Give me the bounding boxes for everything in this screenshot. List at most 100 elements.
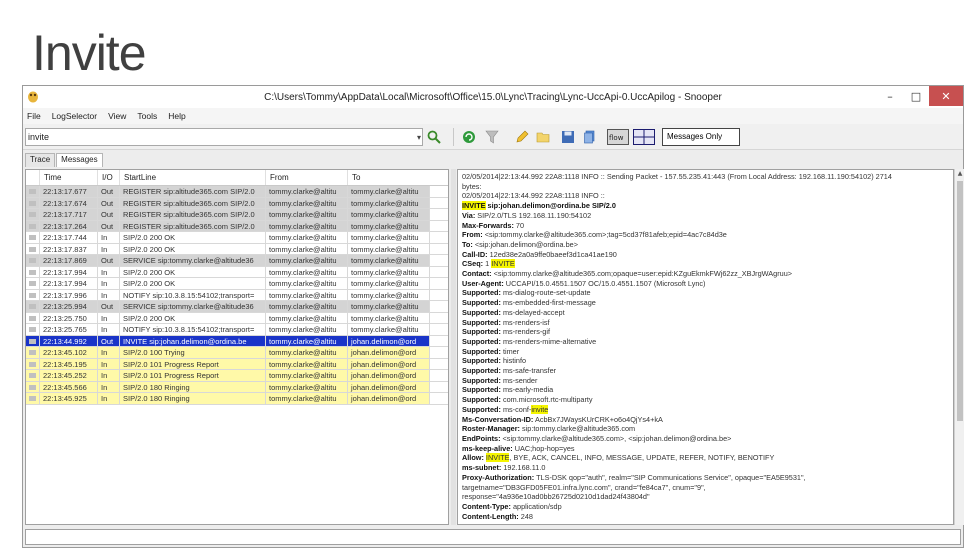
- refresh-icon[interactable]: [462, 130, 476, 144]
- row-marker-icon: [29, 292, 36, 298]
- cell-io: In: [98, 312, 120, 323]
- column-startline[interactable]: StartLine: [120, 170, 266, 185]
- table-row[interactable]: 22:13:25.994 Out SERVICE sip:tommy.clarke@…: [26, 301, 448, 313]
- header-name: Supported:: [462, 307, 501, 317]
- window-title: C:\Users\Tommy\AppData\Local\Microsoft\O…: [264, 91, 722, 103]
- column-io[interactable]: I/O: [98, 170, 120, 185]
- table-row[interactable]: 22:13:17.994 In SIP/2.0 200 OK tommy.clarke…: [26, 266, 448, 278]
- cell-from: tommy.clarke@altitu: [266, 335, 348, 346]
- close-button[interactable]: ✕: [929, 86, 963, 106]
- cell-time: 22:13:17.264: [40, 220, 98, 231]
- messages-only-toggle[interactable]: Messages Only: [662, 128, 740, 146]
- detail-line: Supported: ms-dialog-route-set-update: [462, 288, 949, 298]
- detail-line: To: <sip:johan.delimon@ordina.be>: [462, 240, 949, 250]
- search-input[interactable]: invite ▾: [25, 128, 423, 146]
- header-value: AcbBx7JWaysKUrCRK+o6o4QjYs4+kA: [533, 414, 663, 424]
- save-icon[interactable]: [561, 130, 575, 144]
- cell-io: In: [98, 289, 120, 300]
- cell-from: tommy.clarke@altitu: [266, 370, 348, 381]
- table-row[interactable]: 22:13:17.677 Out REGISTER sip:altitude365.…: [26, 186, 448, 198]
- menu-logselector[interactable]: LogSelector: [52, 111, 97, 121]
- table-row[interactable]: 22:13:17.674 Out REGISTER sip:altitude365.…: [26, 197, 448, 209]
- table-row[interactable]: 22:13:17.264 Out REGISTER sip:altitude365.…: [26, 220, 448, 232]
- cell-to: johan.delimon@ord: [348, 347, 430, 358]
- cell-time: 22:13:17.744: [40, 232, 98, 243]
- cell-from: tommy.clarke@altitu: [266, 289, 348, 300]
- menu-view[interactable]: View: [108, 111, 126, 121]
- detail-scrollbar[interactable]: ▲: [954, 169, 964, 525]
- row-marker-icon: [29, 223, 36, 229]
- search-icon[interactable]: [427, 130, 441, 144]
- cell-to: tommy.clarke@altitu: [348, 209, 430, 220]
- cell-io: Out: [98, 255, 120, 266]
- detail-line: From: <sip:tommy.clarke@altitude365.com>…: [462, 230, 949, 240]
- menu-tools[interactable]: Tools: [137, 111, 157, 121]
- table-row[interactable]: 22:13:25.765 In NOTIFY sip:10.3.8.15:54102…: [26, 324, 448, 336]
- cell-time: 22:13:25.750: [40, 312, 98, 323]
- maximize-button[interactable]: □: [903, 86, 929, 106]
- cell-to: johan.delimon@ord: [348, 358, 430, 369]
- row-marker: [26, 197, 40, 208]
- table-row[interactable]: 22:13:17.837 In SIP/2.0 200 OK tommy.clarke…: [26, 243, 448, 255]
- detail-line: ms-keep-alive: UAC;hop-hop=yes: [462, 444, 949, 454]
- tab-messages[interactable]: Messages: [56, 153, 103, 167]
- scroll-up-icon[interactable]: ▲: [955, 169, 965, 179]
- row-marker-icon: [29, 315, 36, 321]
- header-name: INVITE: [462, 201, 486, 211]
- split-view-icon[interactable]: [633, 129, 655, 145]
- header-name: To:: [462, 239, 473, 249]
- detail-line: Supported: ms-renders-isf: [462, 318, 949, 328]
- minimize-button[interactable]: –: [877, 86, 903, 106]
- header-value: <sip:tommy.clarke@altitude365.com;opaque…: [491, 269, 793, 279]
- header-value: ms-delayed-accept: [500, 307, 565, 317]
- row-marker: [26, 255, 40, 266]
- table-row[interactable]: 22:13:45.566 In SIP/2.0 180 Ringing tommy.c…: [26, 381, 448, 393]
- header-name: Content-Type:: [462, 501, 511, 511]
- chevron-down-icon[interactable]: ▾: [417, 130, 421, 146]
- column-time[interactable]: Time: [40, 170, 98, 185]
- detail-line: 02/05/2014|22:13:44.992 22A8:1118 INFO :…: [462, 191, 949, 201]
- table-row[interactable]: 22:13:25.750 In SIP/2.0 200 OK tommy.clarke…: [26, 312, 448, 324]
- table-row[interactable]: 22:13:17.744 In SIP/2.0 200 OK tommy.clarke…: [26, 232, 448, 244]
- cell-io: Out: [98, 335, 120, 346]
- menu-file[interactable]: File: [27, 111, 41, 121]
- table-row[interactable]: 22:13:17.869 Out SERVICE sip:tommy.clarke@…: [26, 255, 448, 267]
- tab-trace[interactable]: Trace: [25, 153, 56, 167]
- header-name: Contact:: [462, 269, 492, 279]
- pencil-icon[interactable]: [515, 130, 529, 144]
- row-marker: [26, 220, 40, 231]
- cell-from: tommy.clarke@altitu: [266, 312, 348, 323]
- column-marker: [26, 170, 40, 185]
- cell-to: tommy.clarke@altitu: [348, 220, 430, 231]
- header-name: ms-keep-alive:: [462, 443, 513, 453]
- flow-icon[interactable]: flow: [607, 129, 629, 145]
- cell-from: tommy.clarke@altitu: [266, 232, 348, 243]
- scroll-thumb[interactable]: [957, 181, 963, 421]
- title-bar[interactable]: C:\Users\Tommy\AppData\Local\Microsoft\O…: [23, 86, 963, 108]
- detail-line: Via: SIP/2.0/TLS 192.168.11.190:54102: [462, 211, 949, 221]
- toolbar: invite ▾ flow Messages Only: [23, 124, 963, 150]
- row-marker-icon: [29, 396, 36, 401]
- table-row[interactable]: 22:13:17.994 In SIP/2.0 200 OK tommy.clarke…: [26, 278, 448, 290]
- table-row[interactable]: 22:13:44.992 Out INVITE sip:johan.delimon@…: [26, 335, 448, 347]
- menu-help[interactable]: Help: [168, 111, 185, 121]
- column-from[interactable]: From: [266, 170, 348, 185]
- pane-splitter[interactable]: [451, 169, 456, 525]
- table-row[interactable]: 22:13:45.925 In SIP/2.0 180 Ringing tommy.c…: [26, 393, 448, 405]
- copy-icon[interactable]: [583, 130, 597, 144]
- cell-time: 22:13:45.925: [40, 393, 98, 404]
- column-to[interactable]: To: [348, 170, 430, 185]
- table-row[interactable]: 22:13:45.195 In SIP/2.0 101 Progress Repor…: [26, 358, 448, 370]
- folder-icon[interactable]: [536, 130, 550, 144]
- message-detail-pane: 02/05/2014|22:13:44.992 22A8:1118 INFO :…: [457, 169, 954, 525]
- table-row[interactable]: 22:13:45.252 In SIP/2.0 101 Progress Repor…: [26, 370, 448, 382]
- table-row[interactable]: 22:13:17.996 In NOTIFY sip:10.3.8.15:54102…: [26, 289, 448, 301]
- row-marker-icon: [29, 200, 36, 206]
- cell-time: 22:13:17.994: [40, 278, 98, 289]
- table-row[interactable]: 22:13:17.717 Out REGISTER sip:altitude365.…: [26, 209, 448, 221]
- filter-icon[interactable]: [485, 130, 499, 144]
- row-marker: [26, 381, 40, 392]
- grid-body: 22:13:17.677 Out REGISTER sip:altitude365.…: [26, 186, 448, 405]
- table-row[interactable]: 22:13:45.102 In SIP/2.0 100 Trying tommy.cl…: [26, 347, 448, 359]
- cell-time: 22:13:17.674: [40, 197, 98, 208]
